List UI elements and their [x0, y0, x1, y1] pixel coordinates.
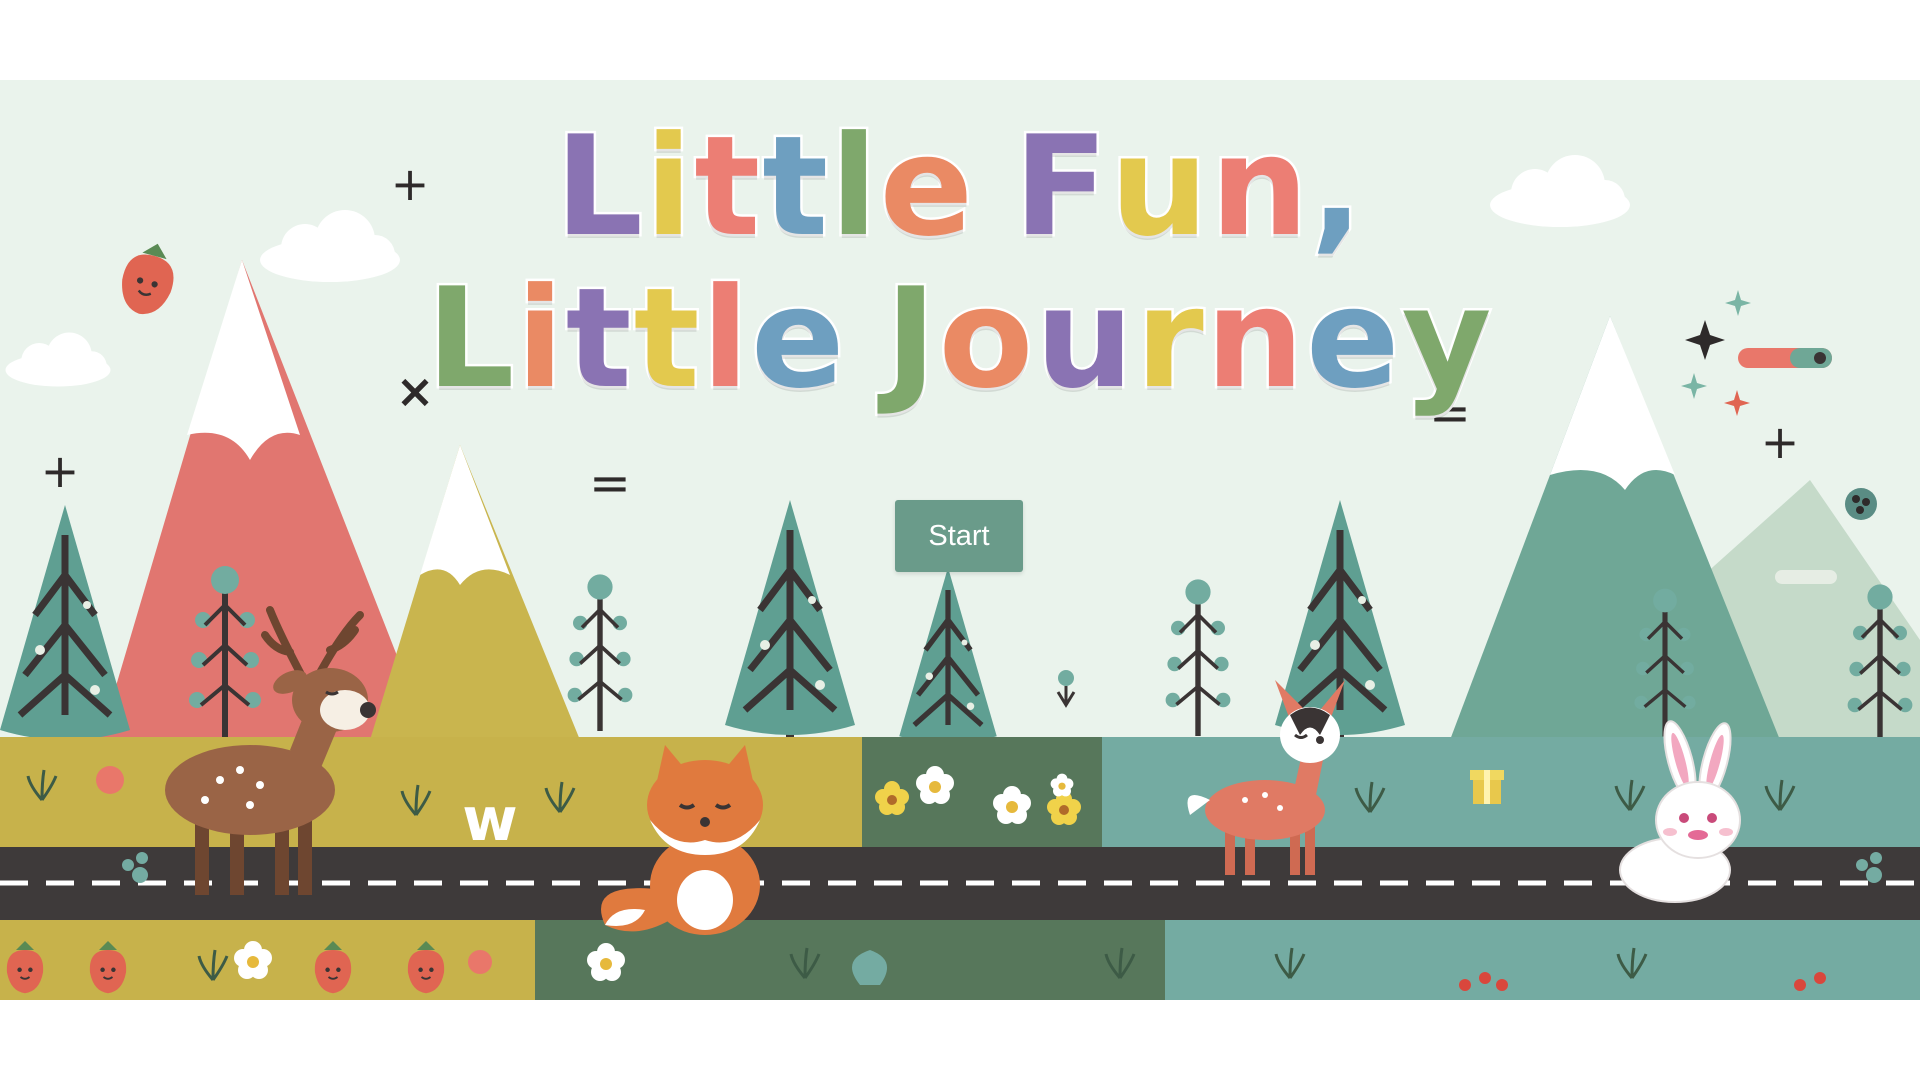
- title-letter: n: [1208, 106, 1311, 267]
- gift-icon: [1470, 770, 1504, 804]
- title-letter: u: [1108, 106, 1211, 267]
- title-letter: t: [631, 258, 702, 419]
- title-letter: n: [1203, 258, 1306, 419]
- title-letter: L: [553, 106, 646, 267]
- title-letter: t: [692, 106, 763, 267]
- title-letter: i: [514, 258, 566, 419]
- title-letter: l: [828, 106, 880, 267]
- game-title-line-1: Little Fun,: [0, 106, 1920, 267]
- game-title-line-2: Little Journey: [0, 258, 1920, 419]
- start-button[interactable]: Start: [895, 500, 1023, 572]
- title-letter: e: [1303, 258, 1402, 419]
- title-letter: L: [424, 258, 517, 419]
- title-letter: t: [563, 258, 634, 419]
- title-letter: e: [877, 106, 976, 267]
- plus-icon: +: [1761, 415, 1800, 469]
- letter-w-icon: w: [462, 785, 517, 855]
- title-letter: F: [1011, 106, 1111, 267]
- title-letter: i: [642, 106, 695, 267]
- title-letter: e: [748, 258, 847, 419]
- game-start-screen: + × + = = + +: [0, 0, 1920, 1080]
- title-letter: J: [883, 258, 939, 419]
- plus-icon: +: [41, 444, 80, 498]
- title-letter: ,: [1308, 106, 1365, 267]
- title-letter: u: [1033, 258, 1136, 419]
- title-letter: l: [699, 258, 751, 419]
- seed-icon: [1845, 488, 1877, 520]
- title-letter: o: [936, 258, 1036, 419]
- equals-icon: =: [589, 454, 631, 512]
- title-letter: y: [1399, 258, 1494, 419]
- title-letter: r: [1133, 258, 1206, 419]
- title-letter: t: [760, 106, 831, 267]
